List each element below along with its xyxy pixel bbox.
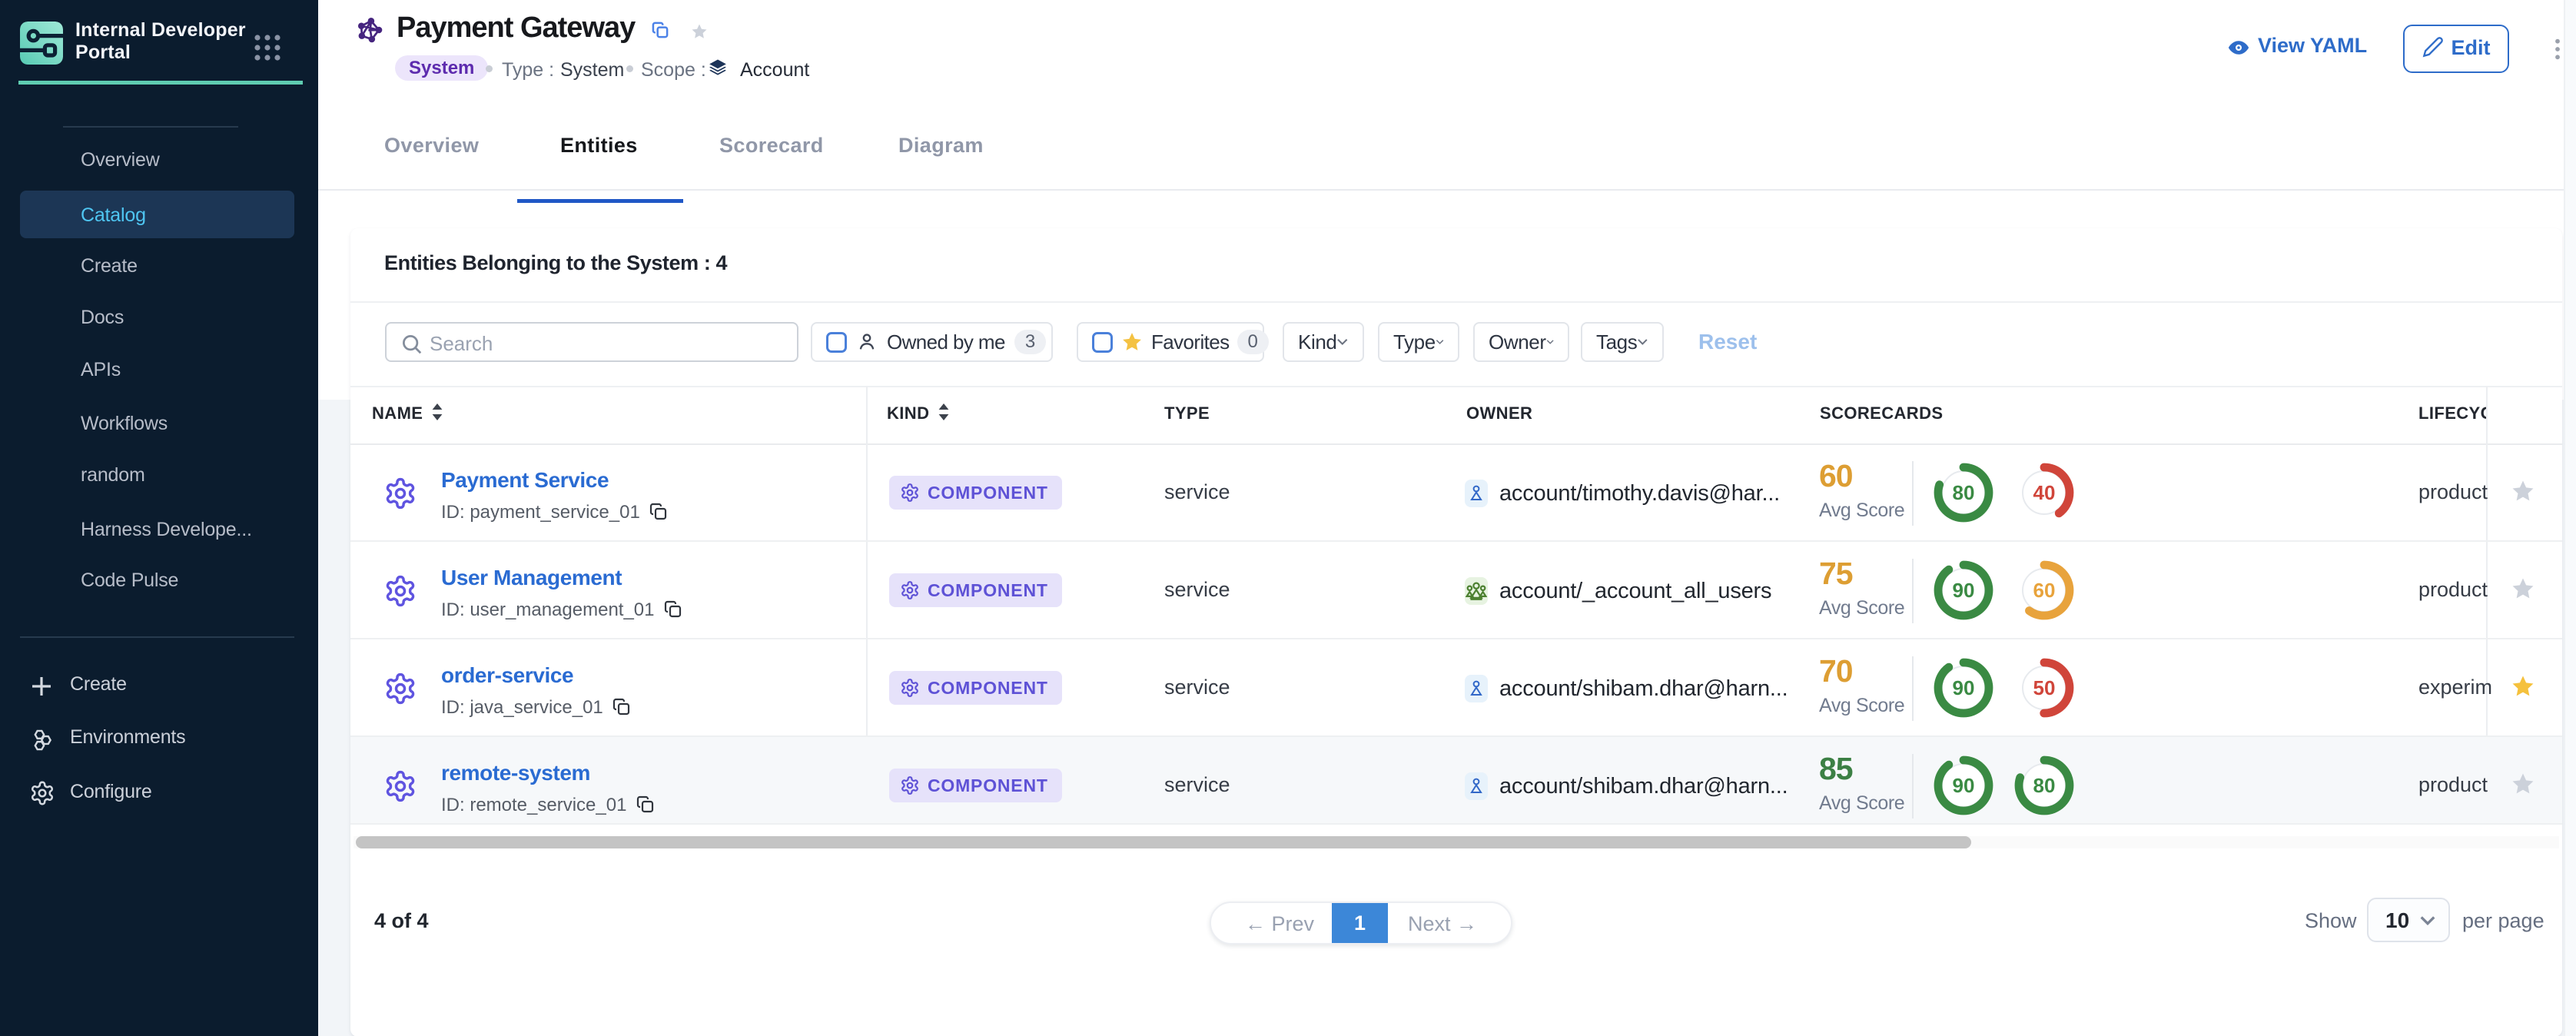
svg-text:90: 90 — [1953, 774, 1975, 797]
svg-text:40: 40 — [2033, 481, 2056, 504]
svg-text:80: 80 — [1953, 481, 1975, 504]
svg-text:90: 90 — [1953, 579, 1975, 602]
svg-text:80: 80 — [2033, 774, 2056, 797]
svg-text:60: 60 — [2033, 579, 2056, 602]
svg-text:50: 50 — [2033, 676, 2056, 699]
svg-text:90: 90 — [1953, 676, 1975, 699]
